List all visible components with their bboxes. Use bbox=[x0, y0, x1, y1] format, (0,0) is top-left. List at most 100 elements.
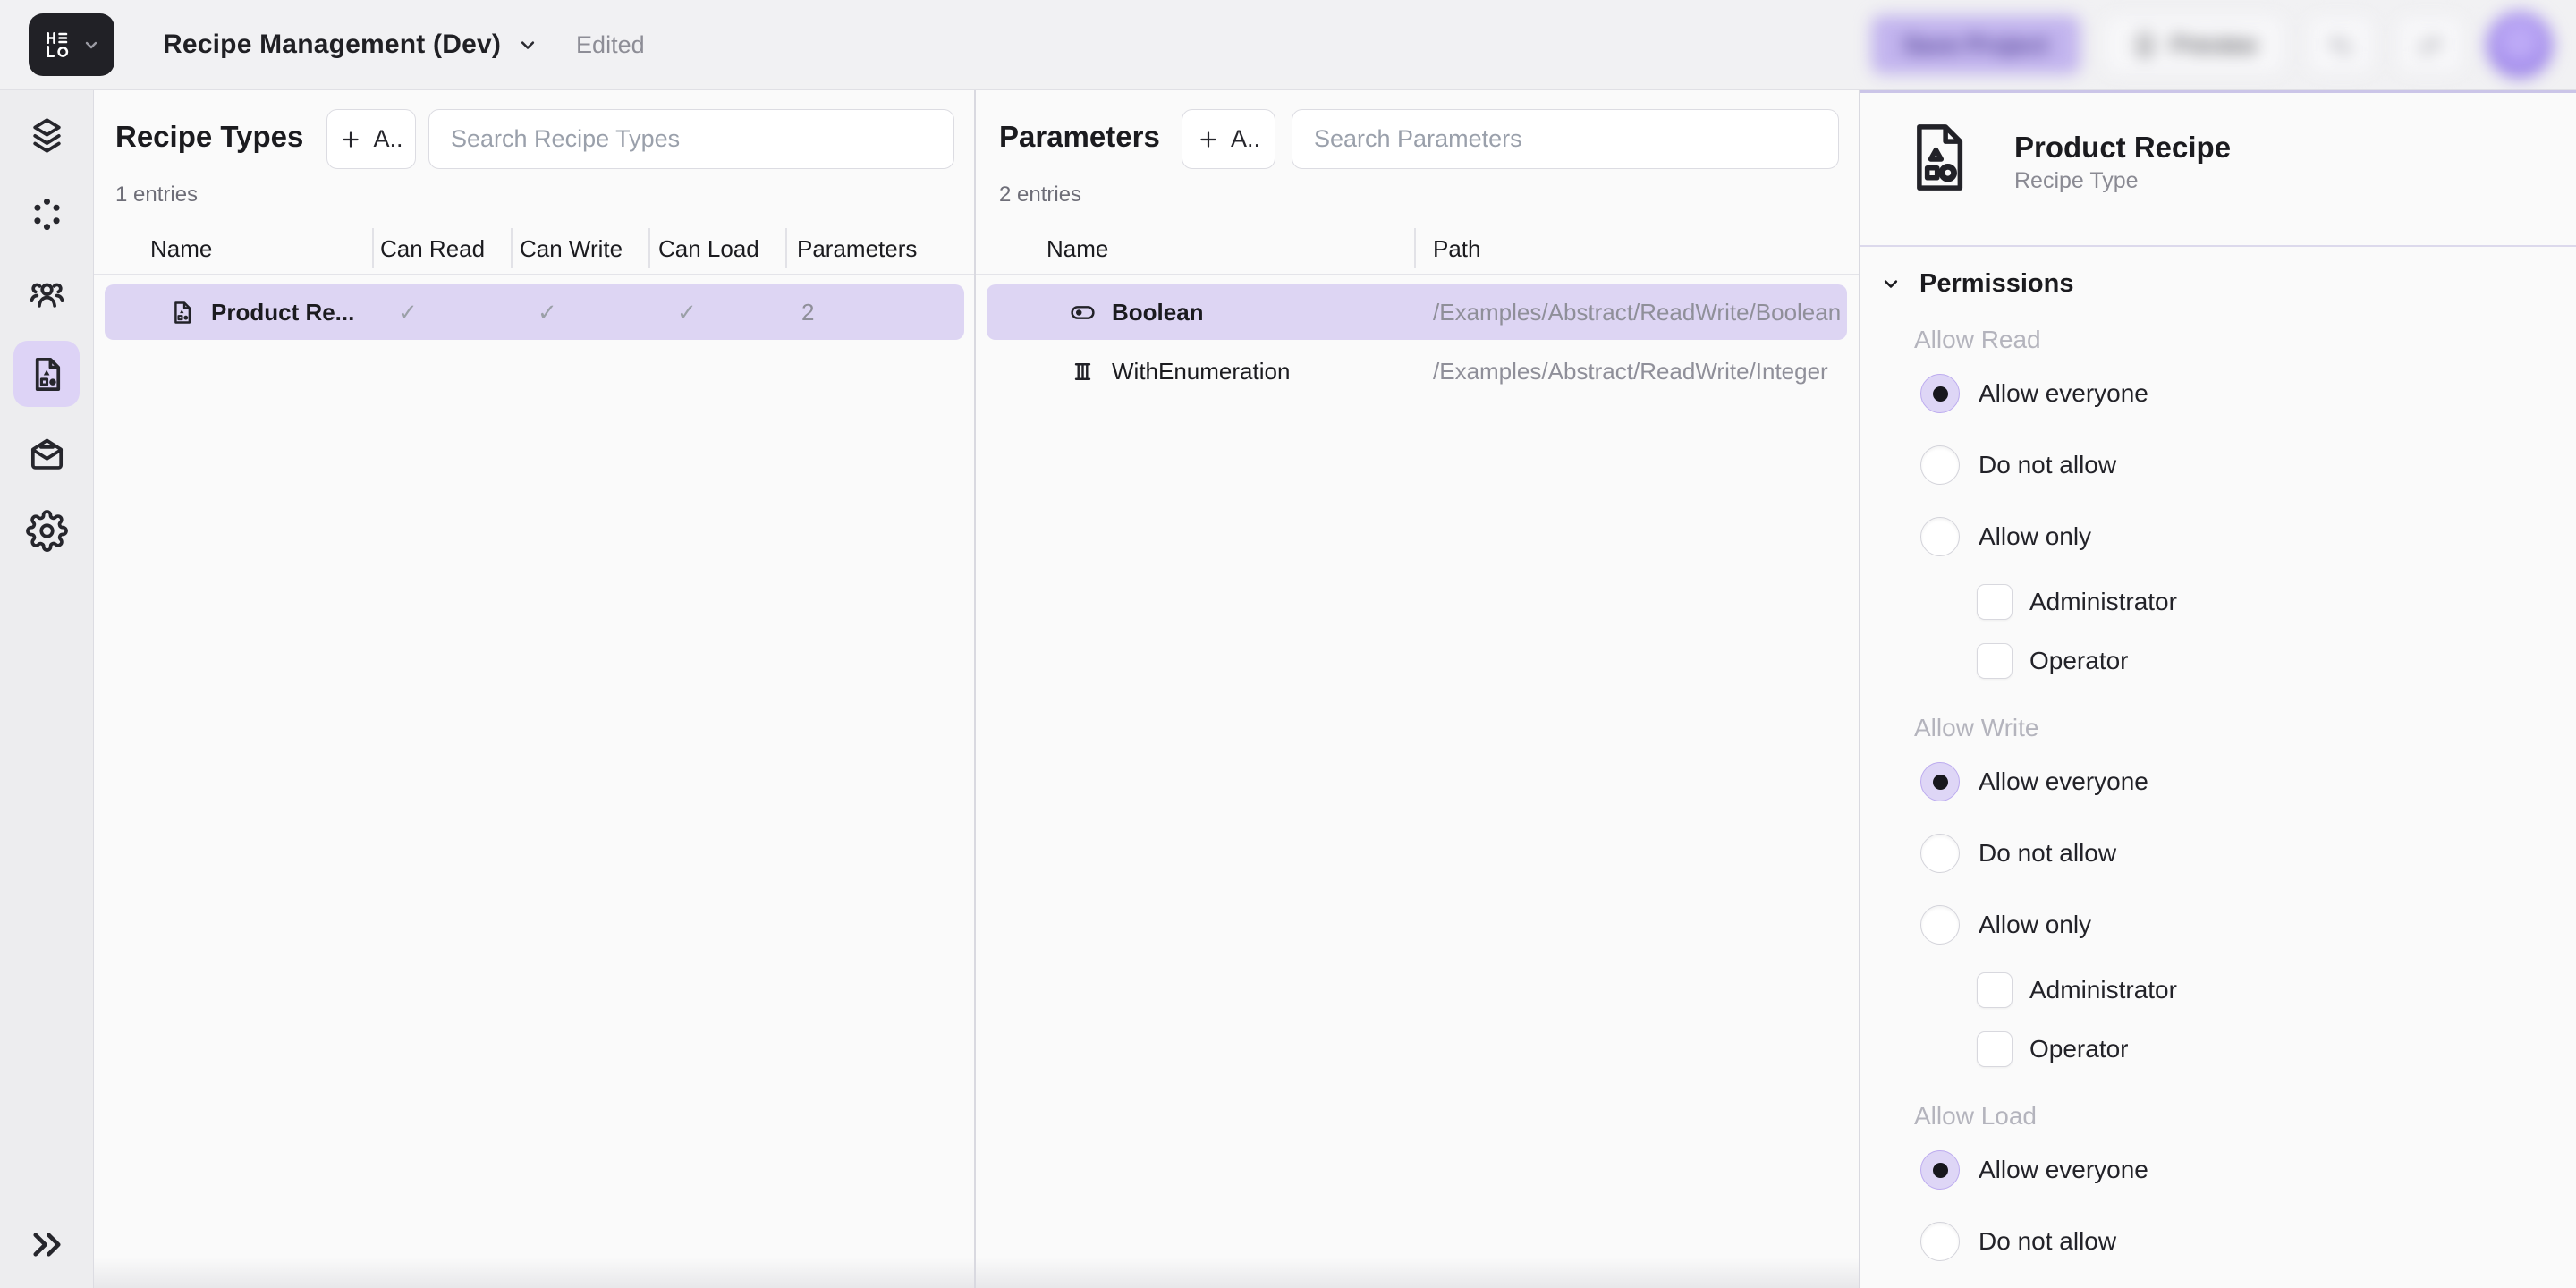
device-preview-icon bbox=[2131, 31, 2158, 58]
recipe-types-panel: Recipe Types A.. 1 entries Name Can Read… bbox=[94, 90, 976, 1288]
parameter-row[interactable]: WithEnumeration /Examples/Abstract/ReadW… bbox=[987, 343, 1847, 399]
column-divider bbox=[785, 228, 787, 268]
column-divider bbox=[511, 228, 513, 268]
column-header-can-load[interactable]: Can Load bbox=[658, 235, 759, 263]
add-button-label: A.. bbox=[1231, 125, 1260, 153]
workspace-logo-button[interactable] bbox=[29, 13, 114, 76]
sidebar-item-modules[interactable] bbox=[13, 181, 80, 247]
column-divider bbox=[648, 228, 650, 268]
toggle-icon bbox=[1069, 284, 1097, 340]
add-recipe-type-button[interactable]: A.. bbox=[326, 109, 416, 169]
role-checkbox-operator[interactable]: Operator bbox=[1977, 1020, 2567, 1079]
sidebar-item-mail[interactable] bbox=[13, 419, 80, 486]
radio-button[interactable] bbox=[1920, 762, 1960, 801]
redo-button[interactable] bbox=[2397, 16, 2463, 73]
undo-button[interactable] bbox=[2308, 16, 2374, 73]
checkbox-label: Administrator bbox=[2029, 588, 2177, 616]
search-parameters-input[interactable] bbox=[1292, 109, 1839, 169]
parameters-entry-count: 2 entries bbox=[999, 182, 1081, 208]
radio-option-allow-only[interactable]: Allow only bbox=[1914, 501, 2567, 572]
plus-icon bbox=[1197, 128, 1220, 151]
details-panel: Product Recipe Recipe Type Permissions A… bbox=[1860, 90, 2576, 1288]
role-checkbox-operator[interactable]: Operator bbox=[1977, 631, 2567, 691]
parameter-path: /Examples/Abstract/ReadWrite/Integer bbox=[1433, 343, 1828, 399]
parameter-name: WithEnumeration bbox=[1112, 343, 1290, 399]
parameters-table-header: Name Path bbox=[976, 223, 1859, 275]
recipe-types-entry-count: 1 entries bbox=[115, 182, 198, 208]
topbar: Recipe Management (Dev) Edited Save Proj… bbox=[0, 0, 2576, 90]
permissions-section-title: Permissions bbox=[1919, 269, 2073, 299]
user-avatar[interactable] bbox=[2487, 12, 2553, 78]
radio-button[interactable] bbox=[1920, 445, 1960, 485]
column-divider bbox=[372, 228, 374, 268]
radio-option-allow-everyone[interactable]: Allow everyone bbox=[1914, 358, 2567, 429]
can-read-check-icon: ✓ bbox=[398, 284, 418, 340]
checkbox[interactable] bbox=[1977, 584, 2012, 620]
undo-icon bbox=[2327, 31, 2354, 58]
radio-label: Do not allow bbox=[1979, 839, 2116, 868]
divider bbox=[1860, 245, 2576, 247]
column-header-parameters[interactable]: Parameters bbox=[797, 235, 917, 263]
helio-logo-icon bbox=[42, 29, 74, 61]
checkbox[interactable] bbox=[1977, 643, 2012, 679]
radio-option-do-not-allow[interactable]: Do not allow bbox=[1914, 429, 2567, 501]
radio-option-allow-everyone[interactable]: Allow everyone bbox=[1914, 1134, 2567, 1206]
radio-option-allow-only[interactable]: Allow only bbox=[1914, 889, 2567, 961]
chevron-down-icon bbox=[515, 32, 540, 57]
details-title: Product Recipe bbox=[2014, 131, 2231, 165]
topbar-actions: Save Project Preview bbox=[1871, 12, 2553, 78]
radio-button[interactable] bbox=[1920, 517, 1960, 556]
sidebar-expand-button[interactable] bbox=[13, 1211, 80, 1277]
parameters-title: Parameters bbox=[999, 120, 1160, 154]
project-menu-button[interactable] bbox=[515, 32, 540, 57]
app-window: Recipe Management (Dev) Edited Save Proj… bbox=[0, 0, 2576, 1288]
radio-label: Do not allow bbox=[1979, 451, 2116, 479]
role-checkbox-administrator[interactable]: Administrator bbox=[1977, 961, 2567, 1020]
checkbox[interactable] bbox=[1977, 1031, 2012, 1067]
add-parameter-button[interactable]: A.. bbox=[1182, 109, 1275, 169]
recipe-type-name: Product Re... bbox=[211, 284, 354, 340]
edited-status: Edited bbox=[576, 31, 645, 59]
radio-button[interactable] bbox=[1920, 374, 1960, 413]
gear-icon bbox=[26, 510, 68, 552]
recipe-types-title: Recipe Types bbox=[115, 120, 303, 154]
role-checkbox-administrator[interactable]: Administrator bbox=[1977, 572, 2567, 631]
radio-button[interactable] bbox=[1920, 905, 1960, 945]
recipe-document-icon bbox=[168, 284, 196, 340]
details-subtitle: Recipe Type bbox=[2014, 168, 2139, 194]
permissions-section-toggle[interactable]: Permissions bbox=[1878, 263, 2073, 304]
search-recipe-types-input[interactable] bbox=[428, 109, 954, 169]
recipe-type-large-icon bbox=[1903, 118, 1973, 197]
radio-label: Do not allow bbox=[1979, 1227, 2116, 1256]
can-write-check-icon: ✓ bbox=[538, 284, 557, 340]
permissions-body: Allow Read Allow everyone Do not allow A… bbox=[1914, 304, 2567, 1277]
radio-option-do-not-allow[interactable]: Do not allow bbox=[1914, 1206, 2567, 1277]
recipe-type-row[interactable]: Product Re... ✓ ✓ ✓ 2 bbox=[105, 284, 964, 340]
main-content: Recipe Types A.. 1 entries Name Can Read… bbox=[94, 90, 2576, 1288]
sidebar-item-layers[interactable] bbox=[13, 102, 80, 168]
parameter-row[interactable]: Boolean /Examples/Abstract/ReadWrite/Boo… bbox=[987, 284, 1847, 340]
dots-grid-icon bbox=[26, 193, 68, 235]
sidebar-item-recipes[interactable] bbox=[13, 341, 80, 407]
project-title: Recipe Management (Dev) bbox=[163, 30, 501, 60]
radio-button[interactable] bbox=[1920, 1150, 1960, 1190]
column-header-path[interactable]: Path bbox=[1433, 235, 1481, 263]
can-load-check-icon: ✓ bbox=[677, 284, 697, 340]
column-header-can-write[interactable]: Can Write bbox=[520, 235, 623, 263]
column-header-can-read[interactable]: Can Read bbox=[380, 235, 485, 263]
save-project-button[interactable]: Save Project bbox=[1871, 15, 2080, 74]
column-header-name[interactable]: Name bbox=[1046, 235, 1108, 263]
radio-button[interactable] bbox=[1920, 834, 1960, 873]
sidebar-item-settings[interactable] bbox=[13, 497, 80, 564]
radio-option-do-not-allow[interactable]: Do not allow bbox=[1914, 818, 2567, 889]
radio-label: Allow only bbox=[1979, 911, 2091, 939]
radio-button[interactable] bbox=[1920, 1222, 1960, 1261]
checkbox[interactable] bbox=[1977, 972, 2012, 1008]
sidebar bbox=[0, 90, 94, 1288]
column-header-name[interactable]: Name bbox=[150, 235, 212, 263]
preview-button[interactable]: Preview bbox=[2104, 15, 2284, 74]
allow-read-label: Allow Read bbox=[1914, 322, 2567, 358]
radio-option-allow-everyone[interactable]: Allow everyone bbox=[1914, 746, 2567, 818]
allow-load-label: Allow Load bbox=[1914, 1098, 2567, 1134]
sidebar-item-users[interactable] bbox=[13, 260, 80, 326]
